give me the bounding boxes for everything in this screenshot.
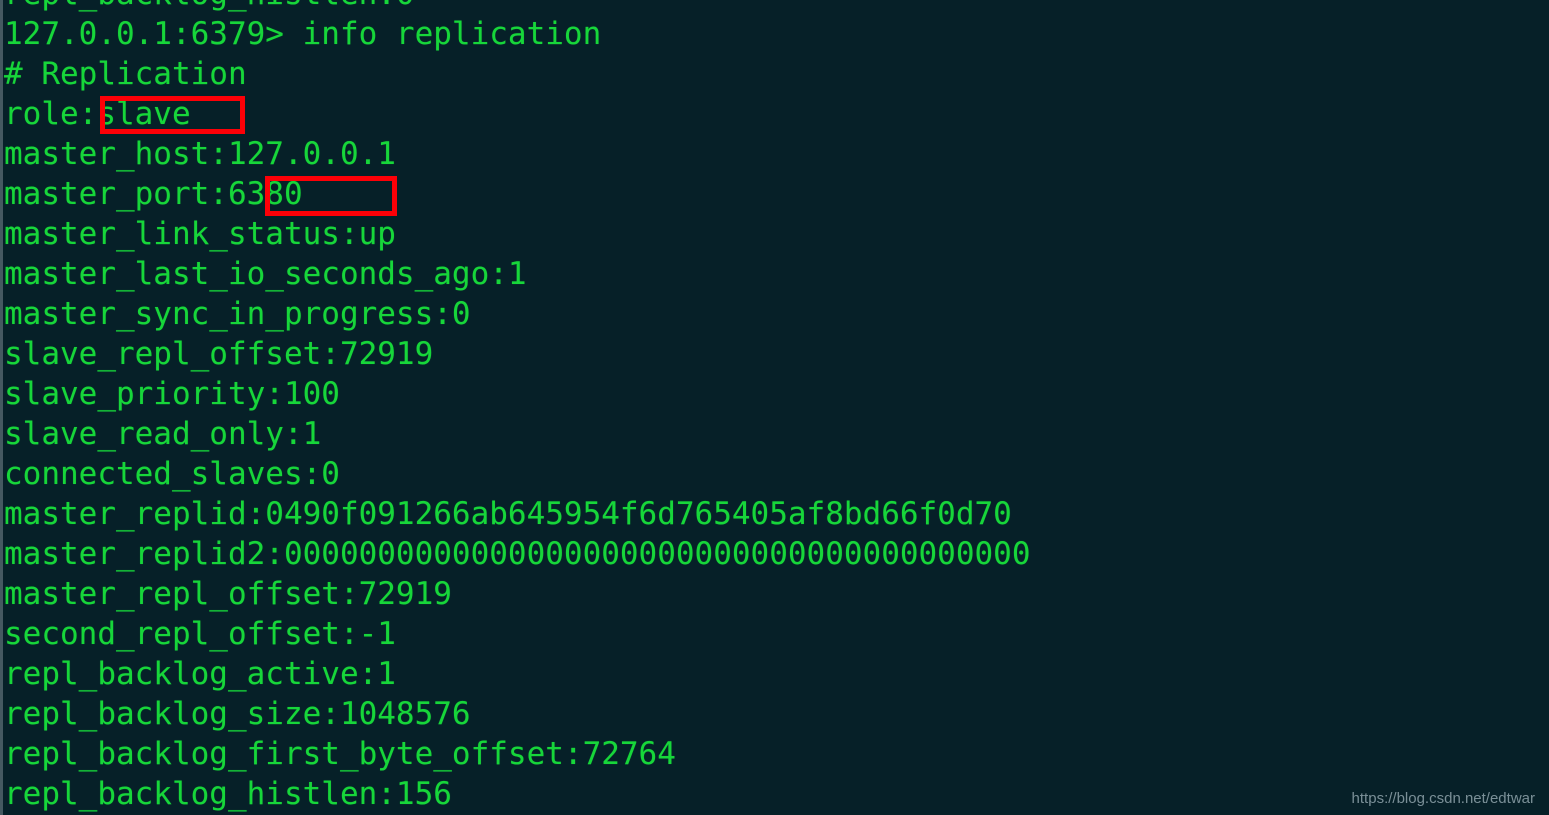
terminal-output: repl_backlog_histlen:0 127.0.0.1:6379> i… (0, 0, 1549, 814)
terminal-line-master-host: master_host:127.0.0.1 (4, 136, 396, 172)
terminal-line-master-sync-in-progress: master_sync_in_progress:0 (4, 296, 471, 332)
terminal-line-master-replid2: master_replid2:0000000000000000000000000… (4, 536, 1031, 572)
terminal-line-master-last-io-seconds-ago: master_last_io_seconds_ago:1 (4, 256, 527, 292)
terminal-line-master-link-status: master_link_status:up (4, 216, 396, 252)
watermark-text: https://blog.csdn.net/edtwar (1351, 790, 1535, 807)
terminal-line-master-replid: master_replid:0490f091266ab645954f6d7654… (4, 496, 1012, 532)
terminal-line-second-repl-offset: second_repl_offset:-1 (4, 616, 396, 652)
terminal-line-slave-read-only: slave_read_only:1 (4, 416, 322, 452)
terminal-line-master-port: master_port:6380 (4, 176, 303, 212)
terminal-line-slave-priority: slave_priority:100 (4, 376, 340, 412)
terminal-line-repl-backlog-active: repl_backlog_active:1 (4, 656, 396, 692)
terminal-line-repl-backlog-first-byte-offset: repl_backlog_first_byte_offset:72764 (4, 736, 676, 772)
terminal-line-connected-slaves: connected_slaves:0 (4, 456, 340, 492)
terminal-line-slave-repl-offset: slave_repl_offset:72919 (4, 336, 434, 372)
terminal-line-role: role:slave (4, 96, 191, 132)
terminal-line-0: repl_backlog_histlen:0 (0, 0, 1549, 14)
terminal-window[interactable]: repl_backlog_histlen:0 127.0.0.1:6379> i… (0, 0, 1549, 815)
terminal-line-prompt-command: 127.0.0.1:6379> info replication (4, 16, 602, 52)
terminal-line-repl-backlog-size: repl_backlog_size:1048576 (4, 696, 471, 732)
terminal-line-section-header: # Replication (4, 56, 247, 92)
terminal-line-repl-backlog-histlen: repl_backlog_histlen:156 (4, 776, 452, 812)
terminal-line-master-repl-offset: master_repl_offset:72919 (4, 576, 452, 612)
